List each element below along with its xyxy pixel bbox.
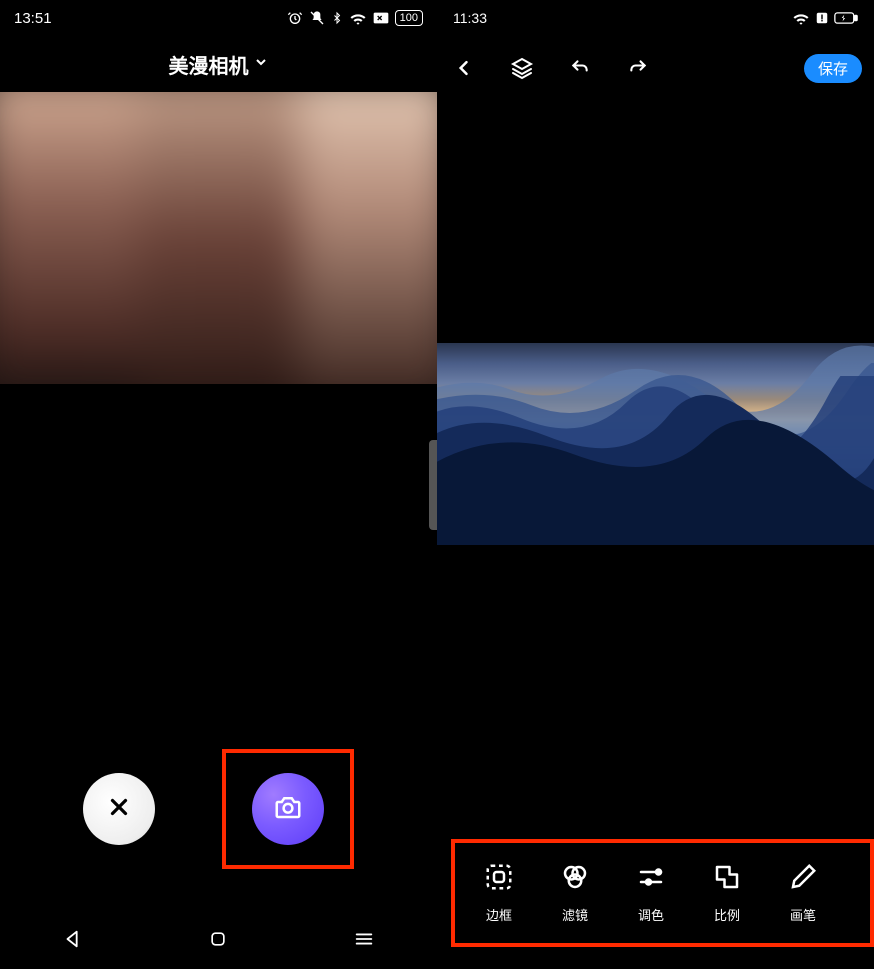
tool-highlight-box: 边框 滤镜 调色 比例 画笔: [451, 839, 874, 947]
android-nav-bar: [0, 909, 437, 969]
battery-icon: [834, 11, 858, 25]
tool-brush[interactable]: 画笔: [765, 862, 841, 924]
status-time: 13:51: [14, 10, 52, 27]
alarm-icon: [287, 10, 303, 26]
frame-icon: [484, 862, 514, 895]
wifi-icon: [792, 11, 810, 25]
camera-icon: [273, 792, 303, 827]
ratio-icon: [712, 862, 742, 895]
filter-icon: [560, 862, 590, 895]
layers-button[interactable]: [507, 56, 537, 80]
page-title: 美漫相机: [169, 50, 249, 79]
redo-button[interactable]: [623, 58, 653, 78]
chevron-down-icon: [253, 53, 269, 76]
tool-doodle[interactable]: 涂鸦: [864, 6, 874, 938]
nav-back-icon[interactable]: [62, 928, 84, 950]
tune-icon: [636, 862, 666, 895]
editor-canvas[interactable]: [437, 343, 874, 545]
tool-label: 滤镜: [562, 905, 588, 924]
brush-icon: [788, 862, 818, 895]
status-time: 11:33: [453, 10, 487, 26]
right-screenshot: 11:33 保存: [437, 0, 874, 969]
tool-filter[interactable]: 滤镜: [537, 862, 613, 924]
title-dropdown[interactable]: 美漫相机: [0, 36, 437, 92]
tool-frame[interactable]: 边框: [461, 862, 537, 924]
bluetooth-icon: [331, 10, 343, 26]
save-button[interactable]: 保存: [804, 54, 862, 83]
status-icons: [792, 11, 858, 25]
left-screenshot: 13:51 100 美漫相机: [0, 0, 437, 969]
status-icons: 100: [287, 10, 423, 26]
undo-button[interactable]: [565, 58, 595, 78]
close-button[interactable]: [83, 773, 155, 845]
tool-tune[interactable]: 调色: [613, 862, 689, 924]
back-button[interactable]: [449, 58, 479, 78]
tool-label: 比例: [714, 905, 740, 924]
photo-preview: [0, 92, 437, 384]
card-icon: [373, 12, 389, 24]
battery-indicator: 100: [395, 10, 423, 26]
side-handle[interactable]: [429, 440, 437, 530]
nav-home-icon[interactable]: [208, 929, 228, 949]
wifi-icon: [349, 11, 367, 25]
status-bar: 13:51 100: [0, 0, 437, 36]
tool-label: 边框: [486, 905, 512, 924]
bottom-actions: [0, 749, 437, 869]
alert-icon: [815, 11, 829, 25]
tool-label: 画笔: [790, 905, 816, 924]
close-icon: [106, 794, 132, 825]
nav-recent-icon[interactable]: [353, 928, 375, 950]
camera-button[interactable]: [252, 773, 324, 845]
mute-icon: [309, 10, 325, 26]
tool-ratio[interactable]: 比例: [689, 862, 765, 924]
status-bar: 11:33: [437, 0, 874, 36]
editor-toolbar: 保存: [437, 36, 874, 100]
camera-highlight-box: [222, 749, 354, 869]
tool-label: 调色: [638, 905, 664, 924]
